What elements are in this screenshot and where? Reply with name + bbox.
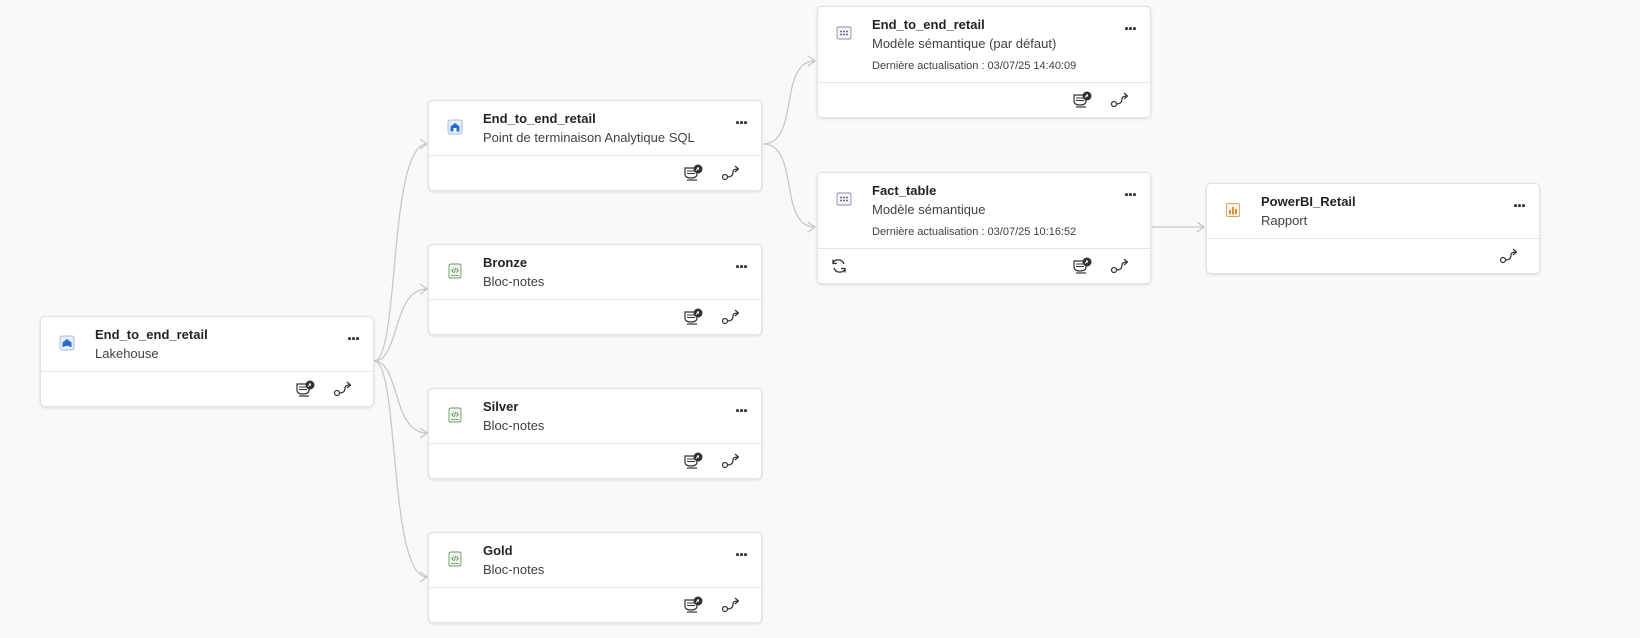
card-gold-notebook[interactable]: Gold Bloc-notes ... (428, 532, 762, 623)
connector-lakehouse-bronze (373, 288, 428, 362)
card-subtitle: Bloc-notes (483, 418, 545, 433)
semantic-model-icon (836, 26, 852, 40)
refresh-icon[interactable] (828, 256, 850, 276)
lakehouse-icon (59, 335, 75, 351)
card-sql-endpoint[interactable]: End_to_end_retail Point de terminaison A… (428, 100, 762, 191)
card-title: End_to_end_retail (872, 17, 985, 32)
notebook-icon (448, 551, 462, 567)
lineage-icon[interactable] (1110, 256, 1132, 276)
more-options-button[interactable]: ... (1118, 15, 1142, 37)
card-title: PowerBI_Retail (1261, 194, 1356, 209)
impact-analysis-icon[interactable] (295, 379, 317, 399)
impact-analysis-icon[interactable] (683, 451, 705, 471)
card-subtitle: Bloc-notes (483, 562, 545, 577)
card-title: Fact_table (872, 183, 937, 198)
card-bronze-notebook[interactable]: Bronze Bloc-notes ... (428, 244, 762, 335)
card-subtitle: Point de terminaison Analytique SQL (483, 130, 695, 145)
card-subtitle: Modèle sémantique (872, 202, 986, 217)
more-options-button[interactable]: ... (729, 397, 753, 419)
card-report[interactable]: PowerBI_Retail Rapport ... (1206, 183, 1540, 274)
notebook-icon (448, 407, 462, 423)
lineage-icon[interactable] (1499, 246, 1521, 266)
last-refresh-text: Dernière actualisation : 03/07/25 10:16:… (872, 226, 1077, 238)
more-options-button[interactable]: ... (341, 325, 365, 347)
lineage-icon[interactable] (721, 451, 743, 471)
impact-analysis-icon[interactable] (683, 163, 705, 183)
card-title: Gold (483, 543, 513, 558)
more-options-button[interactable]: ... (729, 109, 753, 131)
impact-analysis-icon[interactable] (683, 595, 705, 615)
card-subtitle: Modèle sémantique (par défaut) (872, 36, 1057, 51)
lineage-icon[interactable] (333, 379, 355, 399)
impact-analysis-icon[interactable] (683, 307, 705, 327)
lineage-icon[interactable] (721, 595, 743, 615)
card-semantic-model-fact-table[interactable]: Fact_table Modèle sémantique Dernière ac… (817, 172, 1151, 284)
connector-sql-semantic-default (762, 60, 816, 145)
sql-endpoint-icon (447, 119, 463, 135)
connector-lakehouse-silver (373, 360, 428, 434)
semantic-model-icon (836, 192, 852, 206)
connector-sql-fact-table (762, 143, 816, 228)
report-icon (1226, 203, 1240, 217)
more-options-button[interactable]: ... (729, 541, 753, 563)
impact-analysis-icon[interactable] (1072, 256, 1094, 276)
more-options-button[interactable]: ... (729, 253, 753, 275)
card-title: Bronze (483, 255, 528, 270)
card-subtitle: Rapport (1261, 213, 1308, 228)
card-lakehouse[interactable]: End_to_end_retail Lakehouse ... (40, 316, 374, 407)
card-subtitle: Lakehouse (95, 346, 159, 361)
lineage-icon[interactable] (721, 307, 743, 327)
card-semantic-model-default[interactable]: End_to_end_retail Modèle sémantique (par… (817, 6, 1151, 118)
more-options-button[interactable]: ... (1118, 181, 1142, 203)
card-silver-notebook[interactable]: Silver Bloc-notes ... (428, 388, 762, 479)
connector-lakehouse-gold (373, 360, 428, 578)
lineage-icon[interactable] (721, 163, 743, 183)
connector-lakehouse-sql (373, 143, 428, 362)
more-options-button[interactable]: ... (1507, 192, 1531, 214)
card-subtitle: Bloc-notes (483, 274, 545, 289)
card-title: End_to_end_retail (95, 327, 208, 342)
notebook-icon (448, 263, 462, 279)
impact-analysis-icon[interactable] (1072, 90, 1094, 110)
card-title: Silver (483, 399, 519, 414)
lineage-icon[interactable] (1110, 90, 1132, 110)
card-title: End_to_end_retail (483, 111, 596, 126)
last-refresh-text: Dernière actualisation : 03/07/25 14:40:… (872, 60, 1077, 72)
